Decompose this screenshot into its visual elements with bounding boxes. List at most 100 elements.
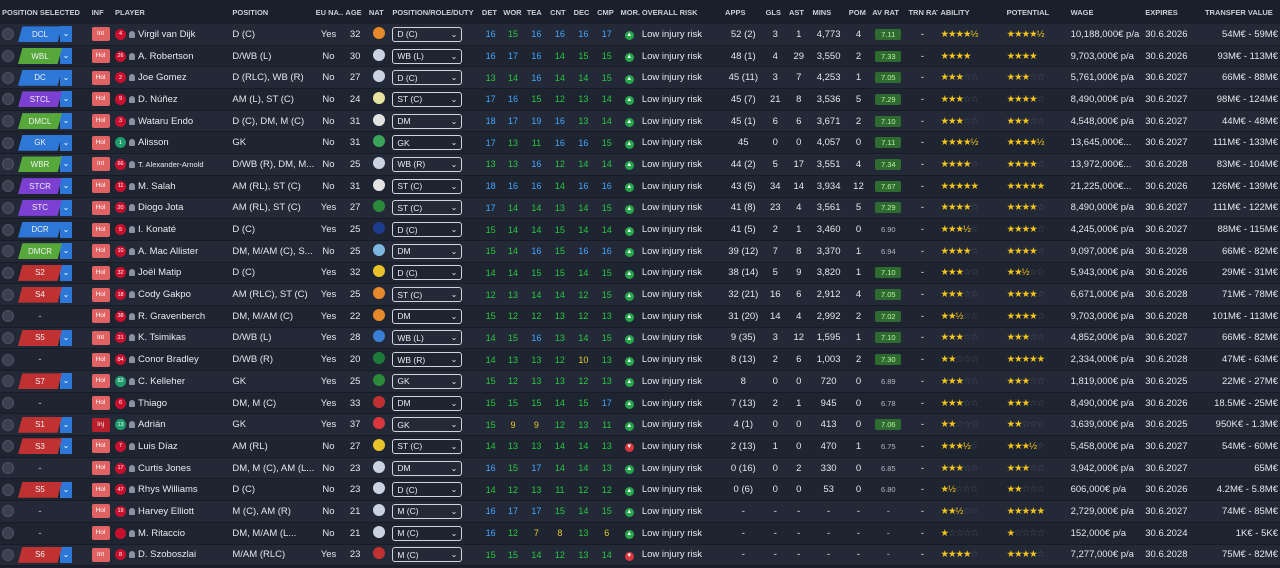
table-row[interactable]: WBR ⌄ Int 66 T. Alexander-Arnold D/WB (R),…	[0, 153, 1280, 176]
position-selected[interactable]: DCR	[18, 221, 62, 238]
column-header[interactable]: DEC	[571, 0, 596, 24]
chevron-down-icon[interactable]: ⌄	[60, 199, 72, 216]
nation-flag-icon[interactable]	[372, 178, 385, 191]
position-selected[interactable]: -	[18, 528, 62, 539]
table-row[interactable]: WBL ⌄ Hol 26 A. Robertson D/WB (L) No 30 W…	[0, 45, 1280, 68]
nation-flag-icon[interactable]	[372, 373, 385, 386]
player-name[interactable]: I. Konaté	[138, 224, 176, 235]
position-selected[interactable]: S3	[18, 438, 62, 455]
table-row[interactable]: - Hol 19 Harvey Elliott M (C), AM (R) No …	[0, 500, 1280, 523]
position-selected[interactable]: WBR	[18, 156, 62, 173]
table-row[interactable]: GK ⌄ Hol 1 Alisson GK No 31 GK ⌄ 17 13 11 16 16…	[0, 131, 1280, 155]
nation-flag-icon[interactable]	[372, 395, 385, 408]
chevron-down-icon[interactable]: ⌄	[60, 178, 72, 195]
column-header[interactable]: CMP	[595, 0, 619, 24]
player-name[interactable]: R. Gravenberch	[138, 311, 205, 322]
column-header[interactable]: DET	[479, 0, 502, 24]
chevron-down-icon[interactable]: ⌄	[60, 221, 72, 238]
select-checkbox[interactable]	[2, 136, 14, 149]
chevron-down-icon[interactable]: ⌄	[60, 264, 72, 281]
chevron-down-icon[interactable]: ⌄	[60, 91, 72, 108]
position-selected[interactable]: S1	[18, 416, 62, 433]
position-selected[interactable]: S2	[18, 264, 62, 281]
nation-flag-icon[interactable]	[372, 113, 385, 126]
role-duty-select[interactable]: ST (C) ⌄	[392, 287, 463, 303]
chevron-down-icon[interactable]: ⌄	[60, 416, 72, 433]
role-duty-select[interactable]: DM ⌄	[392, 308, 463, 324]
player-name[interactable]: Joe Gomez	[138, 72, 187, 83]
role-duty-select[interactable]: ST (C) ⌄	[392, 91, 463, 107]
role-duty-select[interactable]: WB (R) ⌄	[392, 352, 463, 368]
nation-flag-icon[interactable]	[372, 200, 385, 213]
nation-flag-icon[interactable]	[372, 525, 385, 538]
role-duty-select[interactable]: DM ⌄	[392, 113, 463, 129]
role-duty-select[interactable]: WB (L) ⌄	[392, 48, 463, 64]
select-checkbox[interactable]	[2, 310, 14, 323]
column-header[interactable]: WAGE	[1068, 0, 1144, 24]
table-row[interactable]: STC ⌄ Hol 20 Diogo Jota AM (RL), ST (C) Ye…	[0, 197, 1280, 220]
table-row[interactable]: STCL ⌄ Hol 9 D. Núñez AM (L), ST (C) No 24…	[0, 88, 1280, 111]
table-row[interactable]: S1 ⌄ Inj 13 Adrián GK Yes 37 GK ⌄ 15 9 9 12 13 1…	[0, 413, 1280, 437]
role-duty-select[interactable]: GK ⌄	[392, 417, 463, 433]
column-header[interactable]: AV RAT	[870, 0, 907, 24]
chevron-down-icon[interactable]: ⌄	[60, 26, 72, 43]
nation-flag-icon[interactable]	[372, 287, 385, 300]
column-header[interactable]: APPS	[723, 0, 764, 24]
table-row[interactable]: S4 ⌄ Hol 18 Cody Gakpo AM (RLC), ST (C) Ye…	[0, 283, 1280, 306]
position-selected[interactable]: S6	[18, 546, 62, 563]
select-checkbox[interactable]	[2, 418, 14, 431]
select-checkbox[interactable]	[2, 245, 14, 258]
table-row[interactable]: - Hol M. Ritaccio DM, M/AM (L... No 21 M…	[0, 522, 1280, 545]
select-checkbox[interactable]	[2, 223, 14, 236]
player-name[interactable]: Adrián	[138, 419, 165, 430]
column-header[interactable]: POSITION SELECTED	[0, 0, 90, 24]
role-duty-select[interactable]: GK ⌄	[392, 135, 463, 151]
column-header[interactable]: POTENTIAL	[1004, 0, 1069, 24]
role-duty-select[interactable]: M (C) ⌄	[392, 547, 463, 563]
role-duty-select[interactable]: DM ⌄	[392, 395, 463, 411]
position-selected[interactable]: -	[18, 506, 62, 517]
table-row[interactable]: DMCL ⌄ Hol 3 Wataru Endo D (C), DM, M (C) …	[0, 110, 1280, 133]
table-row[interactable]: - Hol 38 R. Gravenberch DM, M/AM (C) Yes …	[0, 305, 1280, 328]
column-header[interactable]: TRANSFER VALUE	[1202, 0, 1280, 24]
player-name[interactable]: M. Salah	[138, 181, 176, 192]
role-duty-select[interactable]: D (C) ⌄	[392, 222, 463, 238]
column-header[interactable]: OVERALL RISK	[639, 0, 724, 24]
player-name[interactable]: Curtis Jones	[138, 463, 191, 474]
table-row[interactable]: S3 ⌄ Hol 7 Luis Díaz AM (RL) No 27 ST (C) ⌄…	[0, 435, 1280, 458]
select-checkbox[interactable]	[2, 527, 14, 540]
chevron-down-icon[interactable]: ⌄	[60, 481, 72, 498]
select-checkbox[interactable]	[2, 548, 14, 561]
position-selected[interactable]: S7	[18, 373, 62, 390]
role-duty-select[interactable]: M (C) ⌄	[392, 525, 463, 541]
table-row[interactable]: S6 ⌄ Int 8 D. Szoboszlai M/AM (RLC) Yes 23…	[0, 544, 1280, 567]
position-selected[interactable]: -	[18, 311, 62, 322]
nation-flag-icon[interactable]	[372, 135, 385, 148]
select-checkbox[interactable]	[2, 50, 14, 63]
column-header[interactable]: EU NA...	[313, 0, 344, 24]
player-name[interactable]: M. Ritaccio	[138, 528, 185, 539]
table-row[interactable]: - Hol 6 Thiago DM, M (C) Yes 33 DM ⌄ 15 15 1…	[0, 392, 1280, 415]
nation-flag-icon[interactable]	[372, 156, 385, 169]
column-header[interactable]: POSITION/ROLE/DUTY	[390, 0, 480, 24]
player-name[interactable]: Rhys Williams	[138, 484, 198, 495]
table-row[interactable]: S5 ⌄ Hol 47 Rhys Williams D (C) No 23 D (C…	[0, 478, 1280, 502]
role-duty-select[interactable]: M (C) ⌄	[392, 503, 463, 519]
column-header[interactable]: POSITION	[230, 0, 314, 24]
column-header[interactable]: TEA	[524, 0, 549, 24]
position-selected[interactable]: S5	[18, 481, 62, 498]
column-header[interactable]: ABILITY	[938, 0, 1005, 24]
player-name[interactable]: Harvey Elliott	[138, 506, 194, 517]
nation-flag-icon[interactable]	[372, 547, 385, 560]
player-name[interactable]: Luis Díaz	[138, 441, 178, 452]
column-header[interactable]: MINS	[810, 0, 847, 24]
column-header[interactable]: MOR...	[618, 0, 640, 24]
player-name[interactable]: D. Szoboszlai	[138, 549, 196, 560]
player-name[interactable]: K. Tsimikas	[138, 332, 186, 343]
nation-flag-icon[interactable]	[372, 91, 385, 104]
select-checkbox[interactable]	[2, 266, 14, 279]
position-selected[interactable]: STCL	[18, 91, 62, 108]
role-duty-select[interactable]: GK ⌄	[392, 373, 463, 389]
position-selected[interactable]: -	[18, 463, 62, 474]
table-row[interactable]: S5 ⌄ Int 21 K. Tsimikas D/WB (L) Yes 28 WB…	[0, 327, 1280, 350]
